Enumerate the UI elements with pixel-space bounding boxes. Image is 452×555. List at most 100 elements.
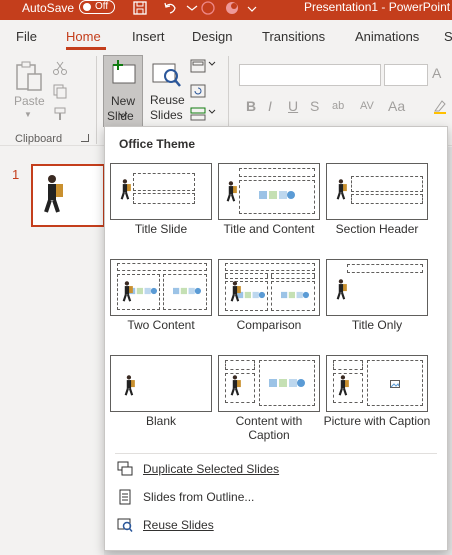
placeholder: [133, 173, 195, 191]
layout-title-slide[interactable]: Title Slide: [110, 163, 212, 249]
reset-icon[interactable]: [190, 83, 206, 99]
increase-font-icon[interactable]: A: [432, 65, 441, 81]
hiker-figure-icon: [230, 281, 241, 302]
layout-dropdown-icon[interactable]: [208, 60, 216, 68]
reuse-slides-label-1[interactable]: Reuse: [150, 93, 185, 107]
layout-thumbnail: [218, 355, 320, 412]
undo-icon[interactable]: [162, 0, 178, 16]
reuse-slides-icon: [117, 518, 133, 532]
menu-separator: [115, 453, 437, 454]
hiker-figure-icon: [120, 179, 131, 200]
paste-label[interactable]: Paste: [14, 94, 45, 108]
duplicate-selected-slides-item[interactable]: Duplicate Selected Slides: [117, 458, 417, 482]
reuse-slides-label-2[interactable]: Slides: [150, 108, 183, 122]
picture-icon: [390, 380, 400, 388]
layout-label: Content with Caption: [235, 414, 303, 442]
layout-blank[interactable]: Blank: [110, 355, 212, 441]
format-painter-icon[interactable]: [52, 106, 68, 122]
tab-insert[interactable]: Insert: [132, 29, 165, 44]
section-dropdown-icon[interactable]: [208, 108, 216, 116]
placeholder: [117, 263, 207, 271]
duplicate-slides-icon: [117, 461, 133, 476]
placeholder: [133, 193, 195, 204]
bold-button[interactable]: B: [246, 98, 256, 114]
tab-home[interactable]: Home: [66, 29, 101, 44]
layout-label: Two Content: [127, 318, 195, 332]
shadow-button[interactable]: S: [310, 98, 319, 114]
hiker-figure-icon: [336, 179, 347, 200]
toggle-knob: [83, 3, 91, 11]
strikethrough-button[interactable]: ab: [332, 100, 344, 112]
placeholder: [239, 168, 315, 177]
clipboard-group-label: Clipboard: [15, 133, 63, 145]
layout-label: Comparison: [236, 318, 302, 332]
tab-transitions[interactable]: Transitions: [262, 29, 325, 44]
paste-icon[interactable]: [14, 60, 44, 92]
layout-section-header[interactable]: Section Header: [326, 163, 428, 249]
layout-thumbnail: [110, 355, 212, 412]
slide-thumbnail[interactable]: [31, 164, 105, 227]
layout-title-only[interactable]: Title Only: [326, 259, 428, 345]
undo-dropdown-icon[interactable]: [184, 0, 200, 16]
layout-title-and-content[interactable]: Title and Content: [218, 163, 320, 249]
font-name-combobox[interactable]: [239, 64, 381, 86]
autosave-label: AutoSave: [22, 1, 75, 15]
layout-icon[interactable]: [190, 58, 206, 74]
hiker-figure-icon: [122, 281, 133, 302]
underline-button[interactable]: U: [288, 98, 298, 114]
tab-overflow[interactable]: S: [444, 29, 452, 44]
redo-icon[interactable]: [200, 0, 216, 16]
placeholder: [347, 264, 423, 273]
new-slide-menu: Office Theme Title Slide Title and Conte…: [104, 126, 448, 551]
new-slide-icon: [112, 60, 136, 84]
hiker-figure-icon: [336, 279, 347, 300]
layout-label: Picture with Caption: [323, 414, 431, 428]
placeholder: [351, 176, 423, 192]
clear-formatting-icon[interactable]: [432, 98, 448, 114]
layout-thumbnail: [326, 355, 428, 412]
placeholder: [271, 273, 315, 279]
new-slide-label-1: New: [111, 94, 136, 108]
hiker-figure-icon: [124, 375, 135, 396]
new-slide-dropdown-icon[interactable]: [118, 110, 128, 120]
clipboard-launcher-icon[interactable]: [81, 134, 89, 142]
hiker-figure-icon: [44, 175, 63, 216]
section-icon[interactable]: [190, 106, 206, 122]
paste-dropdown-icon[interactable]: ▼: [24, 110, 32, 119]
layout-thumbnail: [110, 163, 212, 220]
change-case-button[interactable]: Aa: [388, 98, 405, 114]
layout-two-content[interactable]: Two Content: [110, 259, 212, 345]
layout-label: Title and Content: [223, 222, 315, 236]
layout-label: Title Only: [351, 318, 403, 332]
placeholder: [225, 263, 315, 271]
customize-qat-icon[interactable]: [244, 0, 260, 16]
outline-icon: [119, 489, 131, 505]
group-divider: [96, 56, 97, 144]
tab-animations[interactable]: Animations: [355, 29, 419, 44]
hiker-figure-icon: [338, 375, 349, 396]
content-icons: [269, 379, 305, 387]
tab-file[interactable]: File: [16, 29, 37, 44]
slides-from-outline-label: Slides from Outline...: [143, 490, 255, 504]
layout-picture-with-caption[interactable]: Picture with Caption: [324, 355, 430, 441]
reuse-slides-label: Reuse Slides: [143, 518, 214, 532]
italic-button[interactable]: I: [268, 98, 272, 114]
cut-icon[interactable]: [52, 60, 68, 76]
save-icon[interactable]: [132, 0, 148, 16]
layout-comparison[interactable]: Comparison: [218, 259, 320, 345]
reuse-slides-item[interactable]: Reuse Slides: [117, 514, 417, 538]
tab-design[interactable]: Design: [192, 29, 232, 44]
placeholder: [351, 194, 423, 204]
copy-icon[interactable]: [52, 83, 68, 99]
char-spacing-button[interactable]: AV: [360, 100, 374, 112]
font-size-combobox[interactable]: [384, 64, 428, 86]
title-bar: AutoSave Off Presentation1 - PowerPoint: [0, 0, 452, 20]
ribbon-tabs: File Home Insert Design Transitions Anim…: [0, 20, 452, 50]
autosave-state: Off: [95, 1, 109, 12]
present-icon[interactable]: [224, 0, 240, 16]
slides-from-outline-item[interactable]: Slides from Outline...: [117, 486, 417, 510]
autosave-toggle[interactable]: Off: [79, 0, 115, 14]
layout-label: Blank: [145, 414, 177, 428]
layout-content-with-caption[interactable]: Content with Caption: [218, 355, 320, 442]
reuse-slides-icon[interactable]: [151, 60, 183, 90]
